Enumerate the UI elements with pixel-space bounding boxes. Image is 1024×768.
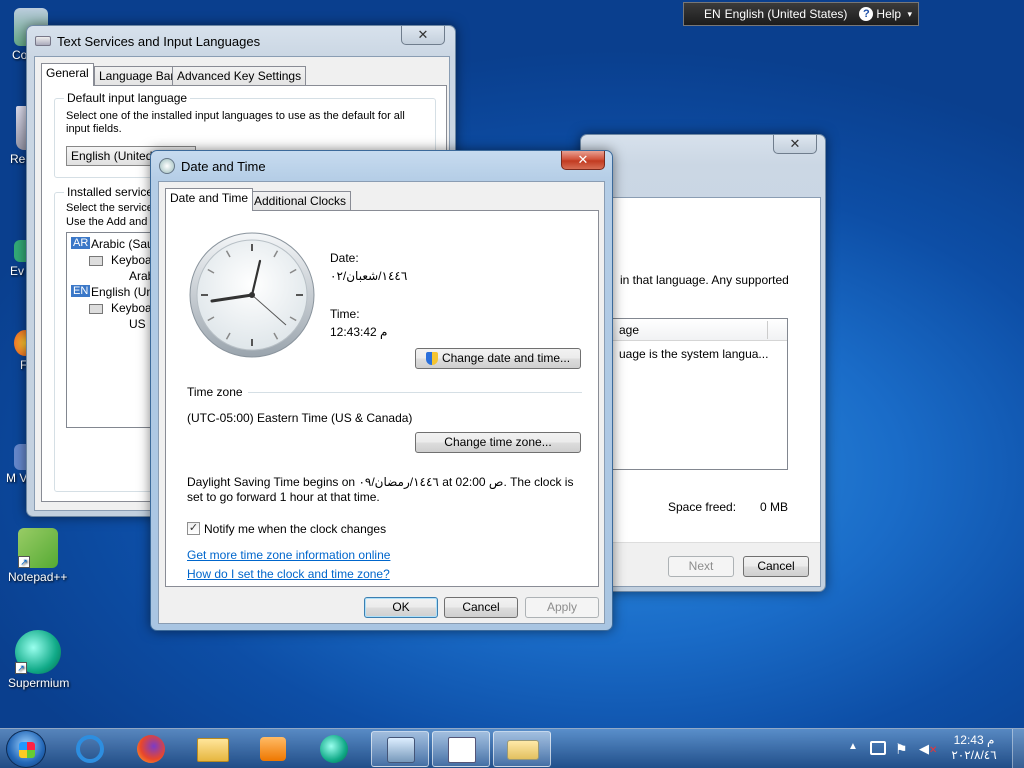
window-client: Date and Time Additional Clocks Date: ١٤…: [158, 181, 605, 624]
network-icon[interactable]: [870, 741, 886, 755]
shortcut-arrow-icon: ↗: [15, 662, 27, 674]
space-freed-value: 0 MB: [760, 500, 789, 514]
change-date-time-button[interactable]: Change date and time...: [415, 348, 581, 369]
media-player-icon: [260, 737, 286, 761]
keyboard-icon: [507, 740, 539, 760]
time-label: Time:: [330, 307, 360, 321]
tab-additional-clocks[interactable]: Additional Clocks: [249, 191, 352, 211]
next-button[interactable]: Next: [668, 556, 734, 577]
start-button[interactable]: [6, 730, 46, 768]
close-button[interactable]: ✕: [561, 151, 605, 170]
langbar-options-icon[interactable]: ▾: [907, 9, 912, 20]
language-list[interactable]: age uage is the system langua...: [602, 318, 788, 470]
folder-icon: [197, 738, 229, 762]
time-zone-value: (UTC-05:00) Eastern Time (US & Canada): [187, 411, 413, 425]
clock-date: ٢٠٢/٨/٤٦: [951, 748, 997, 762]
show-desktop-button[interactable]: [1012, 729, 1024, 768]
desktop-icon-supermium[interactable]: ↗ Supermium: [2, 630, 74, 690]
taskbar: ▲ ⚑ ◀✕ 12:43 م ٢٠٢/٨/٤٦: [0, 728, 1024, 768]
language-wizard-window[interactable]: ✕ in that language. Any supported age ua…: [580, 134, 826, 592]
calendar-clock-icon: [448, 737, 476, 763]
space-freed-label: Space freed:: [668, 500, 737, 514]
window-title: Date and Time: [181, 158, 266, 174]
installed-services-desc: Select the service: [66, 202, 153, 214]
help-label[interactable]: Help: [876, 7, 901, 21]
notepadpp-icon: ↗: [18, 528, 58, 568]
section-divider: [248, 392, 582, 393]
help-icon[interactable]: ?: [859, 7, 874, 21]
date-label: Date:: [330, 251, 359, 265]
tab-panel: Date: ١٤٤٦/شعبان/٠٢ Time: 12:43:42 م Cha…: [165, 210, 599, 587]
supermium-icon: [320, 735, 348, 763]
tab-advanced-key-settings[interactable]: Advanced Key Settings: [172, 66, 307, 86]
keyboard-icon: [35, 36, 51, 46]
installed-services-desc2: Use the Add and R: [66, 216, 159, 228]
date-time-window[interactable]: Date and Time ✕ Date and Time Additional…: [150, 150, 613, 631]
shortcut-arrow-icon: ↗: [18, 556, 30, 568]
tab-date-and-time[interactable]: Date and Time: [165, 188, 254, 211]
language-badge-ar: AR: [71, 237, 91, 249]
notify-label[interactable]: Notify me when the clock changes: [204, 522, 386, 536]
taskbar-media-player[interactable]: [244, 731, 302, 767]
cancel-button[interactable]: Cancel: [444, 597, 518, 618]
windows-logo-icon: [19, 742, 35, 758]
default-language-description: Select one of the installed input langua…: [66, 110, 405, 135]
window-titlebar[interactable]: Text Services and Input Languages: [35, 30, 447, 52]
taskbar-internet-explorer[interactable]: [61, 731, 119, 767]
tab-general[interactable]: General: [41, 63, 94, 86]
ok-button[interactable]: OK: [364, 597, 438, 618]
desktop-icon-label: Notepad++: [8, 570, 68, 584]
analog-clock: [189, 232, 315, 358]
uac-shield-icon: [425, 352, 438, 365]
cancel-button[interactable]: Cancel: [743, 556, 809, 577]
language-name[interactable]: English (United States): [725, 7, 848, 21]
wizard-description: in that language. Any supported: [620, 273, 789, 287]
volume-muted-icon[interactable]: ◀✕: [919, 741, 937, 757]
apply-button[interactable]: Apply: [525, 597, 599, 618]
desktop-icon-notepadpp[interactable]: ↗ Notepad++: [2, 528, 74, 584]
show-hidden-icons-button[interactable]: ▲: [848, 741, 858, 752]
change-time-zone-button[interactable]: Change time zone...: [415, 432, 581, 453]
language-code[interactable]: EN: [704, 7, 721, 21]
column-divider: [767, 321, 768, 339]
list-item[interactable]: uage is the system langua...: [619, 347, 768, 361]
window-client: in that language. Any supported age uage…: [587, 197, 821, 587]
taskbar-explorer[interactable]: [183, 731, 241, 767]
window-titlebar[interactable]: Date and Time: [159, 155, 604, 177]
taskbar-supermium[interactable]: [305, 731, 363, 767]
firefox-icon: [137, 735, 165, 763]
time-zone-heading: Time zone: [187, 385, 243, 399]
taskbar-firefox[interactable]: [122, 731, 180, 767]
taskbar-clock[interactable]: 12:43 م ٢٠٢/٨/٤٦: [944, 733, 1004, 763]
time-zone-info-link[interactable]: Get more time zone information online: [187, 548, 390, 562]
date-value: ١٤٤٦/شعبان/٠٢: [330, 269, 408, 283]
dst-notice: Daylight Saving Time begins on ١٤٤٦/رمضا…: [187, 475, 574, 504]
close-button[interactable]: ✕: [773, 135, 817, 154]
taskbar-date-and-time[interactable]: [432, 731, 490, 767]
notify-checkbox[interactable]: ✓: [187, 522, 200, 535]
tab-language-bar[interactable]: Language Bar: [94, 66, 180, 86]
taskbar-control-panel[interactable]: [371, 731, 429, 767]
keyboard-icon: [89, 256, 103, 266]
help-set-clock-link[interactable]: How do I set the clock and time zone?: [187, 567, 390, 581]
control-panel-icon: [387, 737, 415, 763]
change-date-time-label: Change date and time...: [441, 351, 571, 365]
close-button[interactable]: ✕: [401, 26, 445, 45]
time-value: 12:43:42 م: [330, 325, 388, 339]
tree-item-us-layout[interactable]: US: [129, 317, 146, 331]
supermium-icon: ↗: [15, 630, 61, 674]
default-language-heading: Default input language: [64, 91, 191, 105]
installed-services-heading: Installed services: [64, 185, 163, 199]
taskbar-text-services[interactable]: [493, 731, 551, 767]
language-badge-en: EN: [71, 285, 91, 297]
column-header-language[interactable]: age: [619, 323, 639, 337]
clock-time: 12:43 م: [953, 733, 995, 747]
desktop-icon-label: Supermium: [8, 676, 70, 690]
keyboard-icon: [89, 304, 103, 314]
internet-explorer-icon: [76, 735, 104, 763]
clock-icon: [159, 158, 175, 174]
window-title: Text Services and Input Languages: [57, 33, 261, 49]
language-bar[interactable]: EN English (United States) ? Help ▾: [683, 2, 919, 26]
action-center-flag-icon[interactable]: ⚑: [895, 741, 908, 758]
